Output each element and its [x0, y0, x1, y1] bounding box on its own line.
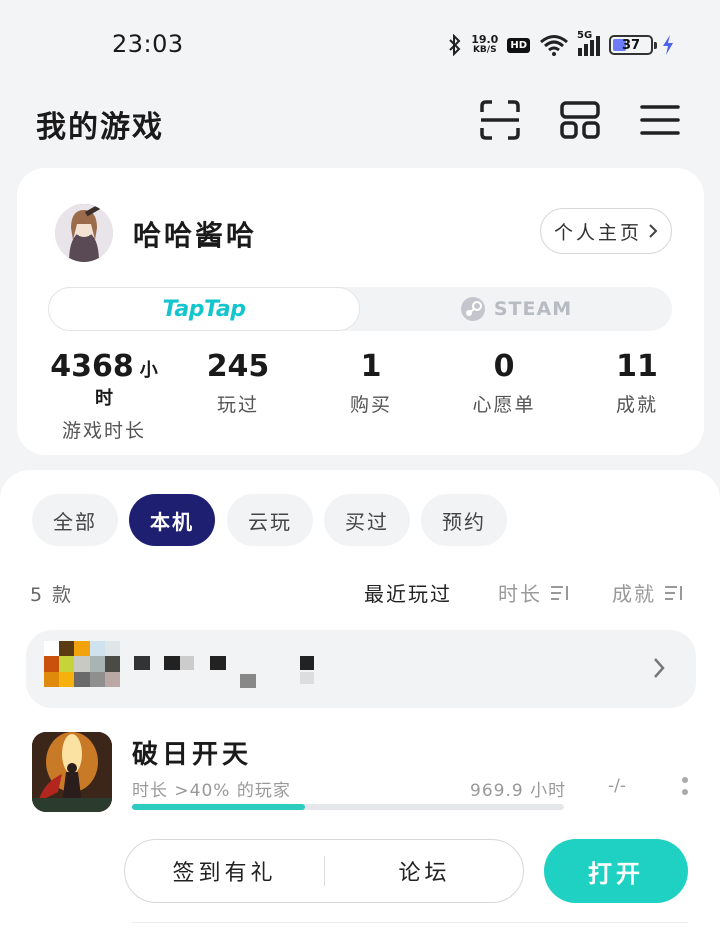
games-panel: 全部 本机 云玩 买过 预约 5 款 最近玩过 时长 成就 破日开天 时长 >4…	[0, 470, 720, 933]
stat-playtime[interactable]: 4368 小时 游戏时长	[43, 350, 165, 443]
scan-icon[interactable]	[478, 98, 522, 142]
censored-thumbnail	[44, 641, 120, 687]
page-header: 我的游戏	[0, 90, 720, 156]
steam-icon	[460, 297, 485, 321]
stats-row: 4368 小时 游戏时长 245 玩过 1 购买 0 心愿单 11 成就	[17, 350, 704, 443]
filter-local[interactable]: 本机	[129, 494, 215, 546]
open-button[interactable]: 打开	[544, 839, 688, 903]
more-options-icon[interactable]	[680, 776, 690, 798]
taptap-logo: TapTap	[162, 296, 246, 322]
sort-icon	[665, 585, 682, 600]
game-meta: 时长 >40% 的玩家	[132, 781, 291, 801]
action-group: 签到有礼 论坛	[124, 839, 524, 903]
game-count: 5 款	[30, 584, 74, 606]
wifi-icon	[540, 35, 568, 56]
hd-badge: HD	[507, 37, 530, 53]
filter-all[interactable]: 全部	[32, 494, 118, 546]
page-title: 我的游戏	[36, 110, 164, 145]
homepage-label: 个人主页	[553, 221, 642, 244]
game-achievements: -/-	[608, 776, 626, 796]
sort-icon	[551, 585, 568, 600]
game-icon[interactable]	[32, 732, 112, 812]
checkin-button[interactable]: 签到有礼	[125, 840, 324, 901]
menu-icon[interactable]	[638, 98, 682, 142]
tab-steam[interactable]: STEAM	[360, 287, 672, 331]
platform-switch: TapTap STEAM	[48, 287, 672, 331]
sort-achievements[interactable]: 成就	[612, 578, 684, 607]
chevron-right-icon	[654, 658, 665, 678]
steam-label: STEAM	[493, 298, 573, 320]
stat-played[interactable]: 245 玩过	[193, 350, 283, 417]
username: 哈哈酱哈	[133, 219, 258, 252]
playtime-progress	[132, 804, 564, 810]
stat-achievements[interactable]: 11 成就	[592, 350, 682, 417]
sort-recent[interactable]: 最近玩过	[364, 578, 452, 607]
bluetooth-icon	[449, 34, 461, 56]
sort-row: 5 款 最近玩过 时长 成就	[0, 578, 720, 608]
filter-bought[interactable]: 买过	[324, 494, 410, 546]
filter-reserved[interactable]: 预约	[421, 494, 507, 546]
avatar[interactable]	[55, 204, 113, 262]
net-speed: 19.0 KB/S	[471, 33, 499, 55]
stat-purchased[interactable]: 1 购买	[326, 350, 416, 417]
filter-cloud[interactable]: 云玩	[227, 494, 313, 546]
stat-wishlist[interactable]: 0 心愿单	[459, 350, 549, 417]
charging-icon	[663, 35, 673, 55]
forum-button[interactable]: 论坛	[325, 840, 524, 901]
game-hours: 969.9 小时	[470, 781, 567, 801]
divider	[132, 922, 688, 923]
status-time: 23:03	[112, 30, 184, 58]
sort-duration[interactable]: 时长	[498, 578, 570, 607]
grid-icon[interactable]	[558, 98, 602, 142]
status-icons: 19.0 KB/S HD 5G 37	[448, 30, 674, 60]
profile-card: 哈哈酱哈 个人主页 TapTap STEAM 4368 小时 游戏时长 245 玩…	[17, 168, 704, 455]
chevron-right-icon	[649, 224, 658, 238]
battery-indicator: 37	[609, 35, 657, 55]
playtime-progress-fill	[132, 804, 305, 810]
homepage-button[interactable]: 个人主页	[540, 208, 672, 254]
tab-taptap[interactable]: TapTap	[48, 287, 360, 331]
status-bar: 23:03 19.0 KB/S HD 5G 37	[0, 0, 720, 90]
censored-title	[134, 656, 314, 688]
censored-game-row[interactable]	[26, 630, 696, 708]
signal-indicator: 5G	[577, 30, 600, 56]
game-name[interactable]: 破日开天	[132, 734, 252, 771]
